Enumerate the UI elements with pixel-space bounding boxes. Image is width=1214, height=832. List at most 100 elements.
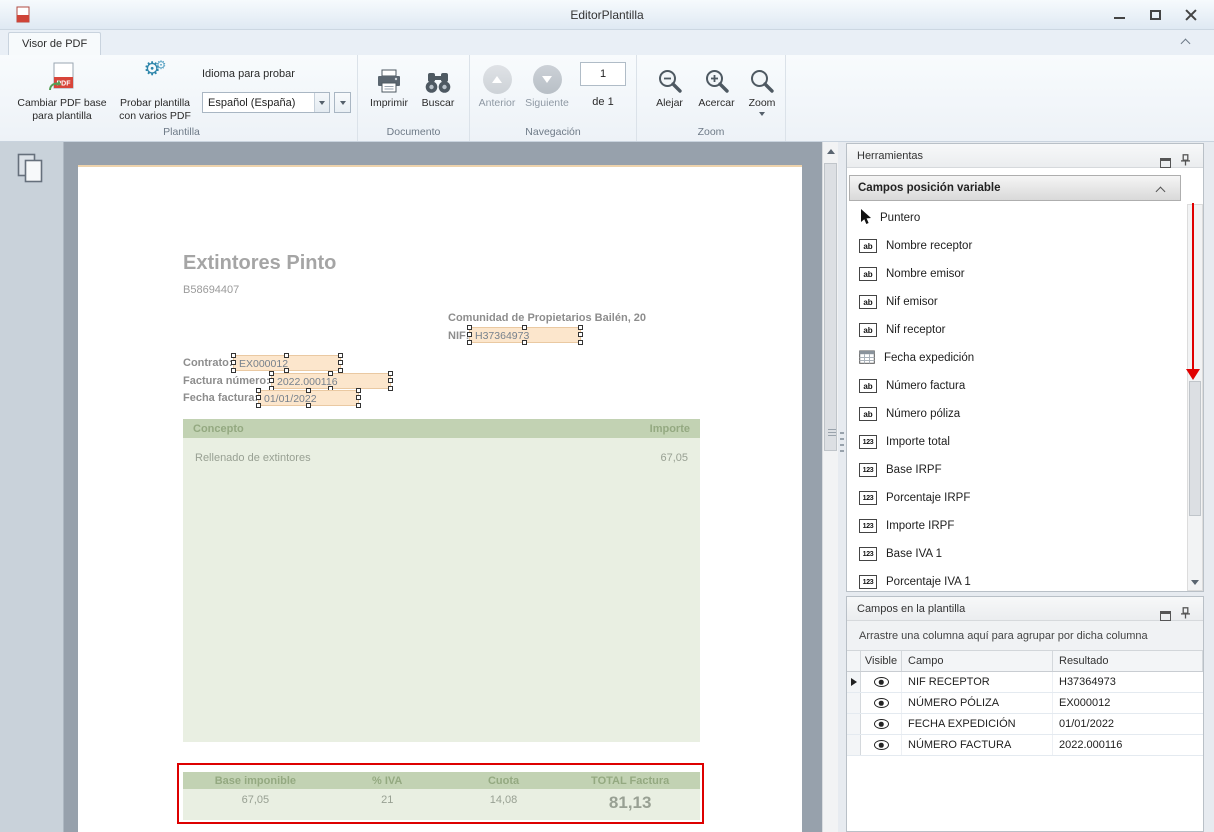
tool-nif-emisor[interactable]: ab Nif emisor	[849, 288, 1183, 316]
previous-page-button[interactable]: Anterior	[474, 58, 520, 110]
field-row-numero-factura[interactable]: NÚMERO FACTURA 2022.000116	[847, 735, 1203, 756]
zoom-out-button[interactable]: Alejar	[647, 58, 692, 110]
number-field-icon: 123	[859, 519, 877, 533]
scroll-down-button[interactable]	[1188, 574, 1202, 590]
text-field-icon: ab	[859, 267, 877, 281]
field-numero-poliza[interactable]: EX000012	[233, 355, 341, 371]
tool-importe-total[interactable]: 123 Importe total	[849, 428, 1183, 456]
magnifier-plus-icon	[704, 58, 730, 94]
print-button[interactable]: Imprimir	[367, 58, 411, 110]
chevron-down-icon	[314, 93, 329, 112]
ribbon-collapse-button[interactable]	[1176, 37, 1194, 51]
annotation-red-rectangle	[177, 763, 704, 824]
items-table-body: Rellenado de extintores 67,05	[183, 438, 700, 742]
scroll-up-button[interactable]	[823, 143, 838, 159]
ribbon-group-zoom: Alejar Acercar	[637, 55, 786, 141]
visible-eye-icon[interactable]	[874, 698, 889, 708]
panel-maximize-icon[interactable]	[1160, 158, 1171, 168]
editor-plantilla-window: EditorPlantilla Visor de PDF PDF	[0, 0, 1214, 832]
maximize-icon	[1150, 10, 1161, 20]
test-template-button[interactable]: ⚙⚙ Probar plantilla con varios PDF	[112, 58, 198, 123]
tool-group-header[interactable]: Campos posición variable	[849, 175, 1181, 201]
tool-porcentaje-irpf[interactable]: 123 Porcentaje IRPF	[849, 484, 1183, 512]
resultado-column-header[interactable]: Resultado	[1053, 651, 1203, 671]
chevron-down-icon	[340, 101, 346, 105]
document-scrollbar[interactable]	[822, 142, 838, 832]
ribbon: PDF Cambiar PDF base para plantilla ⚙⚙ P…	[0, 55, 1214, 142]
panel-maximize-icon[interactable]	[1160, 611, 1171, 621]
next-page-button[interactable]: Siguiente	[522, 58, 572, 110]
zoom-button[interactable]: Zoom	[741, 58, 783, 116]
fields-table-header: Visible Campo Resultado	[847, 651, 1203, 672]
items-table-header: Concepto Importe	[183, 419, 700, 438]
contract-label: Contrato:	[183, 357, 233, 369]
ribbon-tab-row: Visor de PDF	[0, 30, 1214, 55]
visible-eye-icon[interactable]	[874, 740, 889, 750]
visible-eye-icon[interactable]	[874, 719, 889, 729]
invoice-company-nif: B58694407	[183, 284, 239, 296]
tools-panel-caption: Herramientas	[847, 144, 1203, 168]
panel-pin-icon[interactable]	[1180, 151, 1191, 175]
minimize-icon	[1114, 17, 1125, 19]
search-button[interactable]: Buscar	[415, 58, 461, 110]
group-label-documento: Documento	[358, 126, 469, 138]
tool-nombre-emisor[interactable]: ab Nombre emisor	[849, 260, 1183, 288]
scrollbar-thumb[interactable]	[824, 163, 837, 451]
fields-panel-title: Campos en la plantilla	[857, 603, 965, 615]
ribbon-group-plantilla: PDF Cambiar PDF base para plantilla ⚙⚙ P…	[6, 55, 358, 141]
arrow-down-circle-icon	[533, 58, 562, 94]
visible-eye-icon[interactable]	[874, 677, 889, 687]
tool-importe-irpf[interactable]: 123 Importe IRPF	[849, 512, 1183, 540]
magnifier-icon	[749, 58, 775, 94]
tools-scrollbar[interactable]	[1187, 204, 1203, 591]
field-fecha-expedicion[interactable]: 01/01/2022	[258, 390, 359, 406]
page-number-input[interactable]	[580, 62, 626, 86]
tab-visor-de-pdf[interactable]: Visor de PDF	[8, 32, 101, 55]
panel-splitter[interactable]	[840, 432, 844, 456]
change-pdf-button[interactable]: PDF Cambiar PDF base para plantilla	[14, 58, 110, 123]
tools-panel: Herramientas Campos posición variable Pu…	[846, 143, 1204, 592]
language-select[interactable]: Español (España)	[202, 92, 330, 113]
thumb-grip	[828, 429, 836, 438]
zoom-in-button[interactable]: Acercar	[694, 58, 739, 110]
chevron-up-icon	[1156, 187, 1166, 197]
tool-base-irpf[interactable]: 123 Base IRPF	[849, 456, 1183, 484]
tool-nif-receptor[interactable]: ab Nif receptor	[849, 316, 1183, 344]
scrollbar-thumb[interactable]	[1189, 381, 1201, 516]
tool-porcentaje-iva-1[interactable]: 123 Porcentaje IVA 1	[849, 568, 1183, 592]
maximize-button[interactable]	[1142, 5, 1168, 24]
tool-puntero[interactable]: Puntero	[849, 204, 1183, 232]
printer-icon	[376, 58, 402, 94]
pages-icon[interactable]	[16, 152, 44, 187]
field-row-nif-receptor[interactable]: NIF RECEPTOR H37364973	[847, 672, 1203, 693]
pdf-document-icon: PDF	[47, 58, 77, 94]
tools-panel-title: Herramientas	[857, 150, 923, 162]
language-dropdown-button[interactable]	[334, 92, 351, 113]
text-field-icon: ab	[859, 379, 877, 393]
row-indicator	[847, 693, 861, 713]
text-field-icon: ab	[859, 323, 877, 337]
arrow-up-icon	[827, 149, 835, 154]
ribbon-group-navegacion: Anterior Siguiente de 1 Navegación	[470, 55, 637, 141]
number-field-icon: 123	[859, 575, 877, 589]
close-icon	[1185, 9, 1197, 21]
visible-column-header[interactable]: Visible	[861, 651, 902, 671]
tool-numero-poliza[interactable]: ab Número póliza	[849, 400, 1183, 428]
tool-base-iva-1[interactable]: 123 Base IVA 1	[849, 540, 1183, 568]
gears-icon: ⚙⚙	[144, 58, 167, 94]
minimize-button[interactable]	[1106, 5, 1132, 24]
group-by-panel[interactable]: Arrastre una columna aquí para agrupar p…	[847, 621, 1203, 651]
group-label-navegacion: Navegación	[470, 126, 636, 138]
tool-fecha-expedicion[interactable]: Fecha expedición	[849, 344, 1183, 372]
campo-column-header[interactable]: Campo	[902, 651, 1053, 671]
tool-numero-factura[interactable]: ab Número factura	[849, 372, 1183, 400]
annotation-red-arrow	[1192, 203, 1194, 369]
pointer-icon	[859, 209, 871, 228]
field-row-fecha-expedicion[interactable]: FECHA EXPEDICIÓN 01/01/2022	[847, 714, 1203, 735]
field-numero-factura[interactable]: 2022.000116	[271, 373, 391, 389]
field-nif-receptor[interactable]: H37364973	[469, 327, 581, 343]
field-row-numero-poliza[interactable]: NÚMERO PÓLIZA EX000012	[847, 693, 1203, 714]
close-button[interactable]	[1178, 5, 1204, 24]
tool-nombre-receptor[interactable]: ab Nombre receptor	[849, 232, 1183, 260]
number-field-icon: 123	[859, 463, 877, 477]
